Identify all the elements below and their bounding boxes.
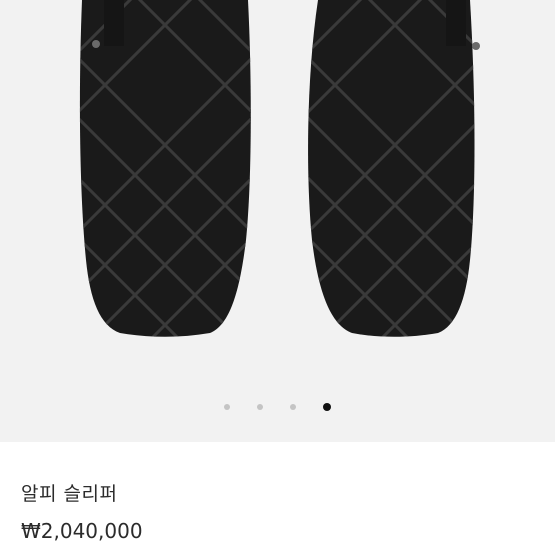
product-price: ₩2,040,000 — [21, 519, 143, 543]
gallery-dot-2[interactable] — [257, 404, 263, 410]
gallery-pagination — [0, 403, 555, 411]
gallery-dot-1[interactable] — [224, 404, 230, 410]
product-info: 알피 슬리퍼 ₩2,040,000 — [0, 442, 555, 555]
gallery-dot-3[interactable] — [290, 404, 296, 410]
product-photo — [0, 0, 555, 442]
product-name: 알피 슬리퍼 — [21, 483, 118, 505]
product-image-gallery[interactable] — [0, 0, 555, 442]
gallery-dot-4-active[interactable] — [323, 403, 331, 411]
